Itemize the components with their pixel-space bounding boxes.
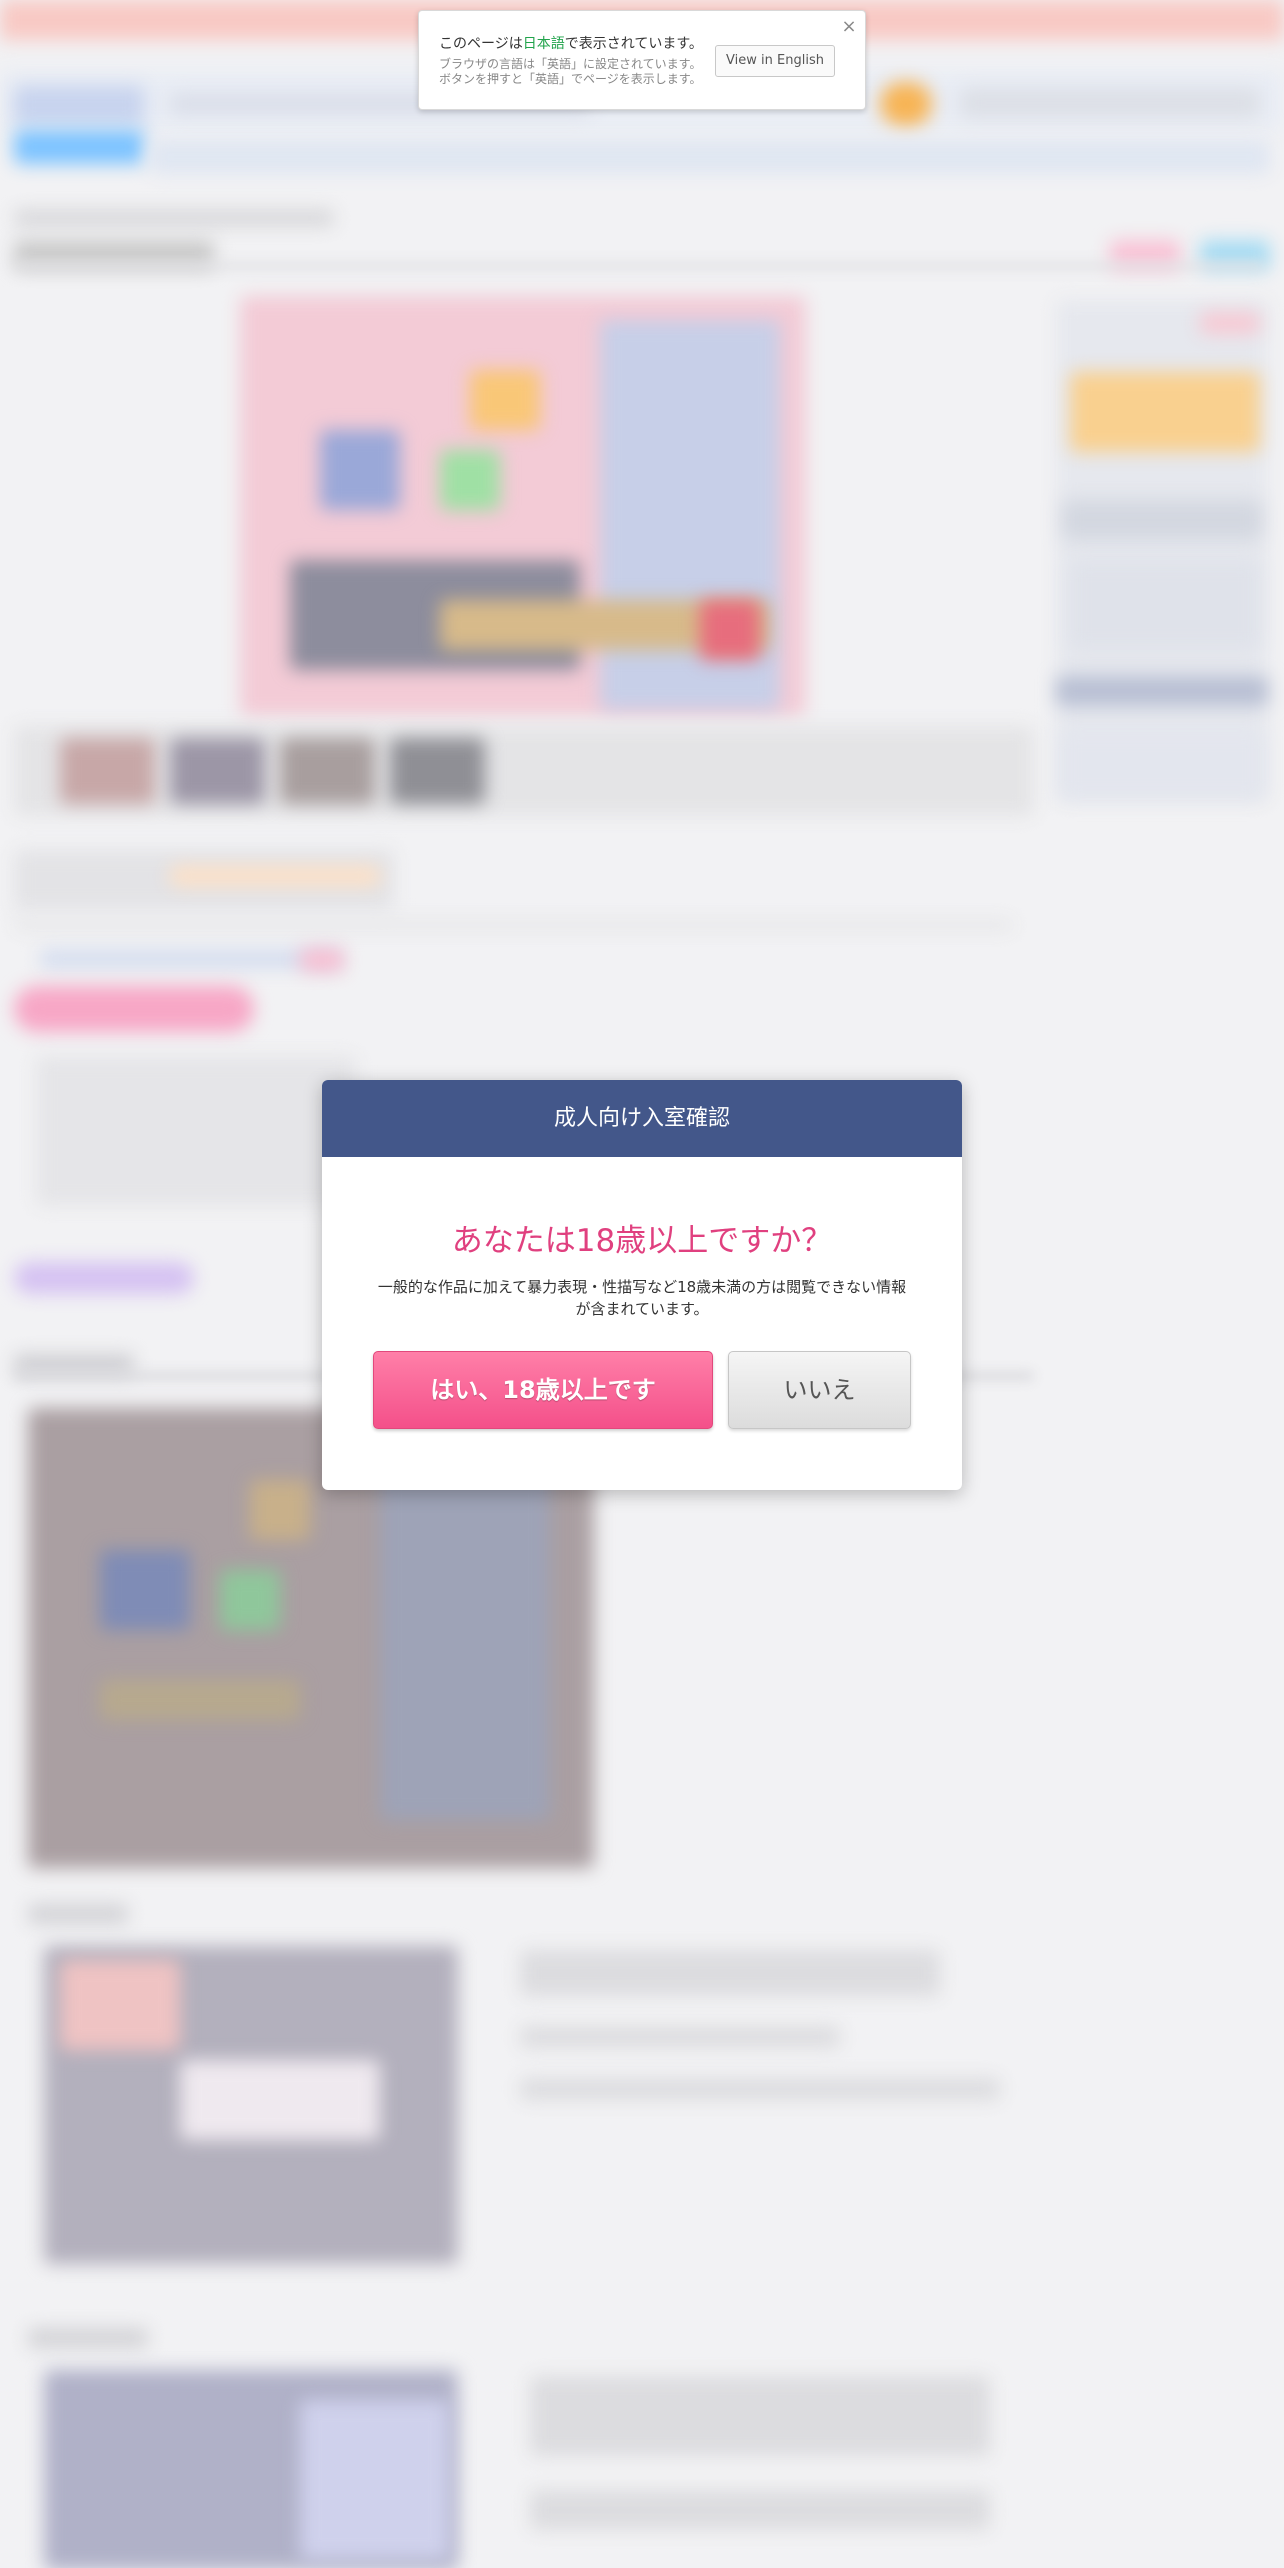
header-icon-orange <box>880 82 932 126</box>
description-text <box>530 2490 990 2530</box>
header-icons <box>960 88 1260 118</box>
age-question: あなたは18歳以上ですか？ <box>451 1223 833 1259</box>
title-divider <box>14 262 1264 270</box>
language-notice-detail-line: ボタンを押すと「英語」でページを表示します。 <box>439 72 702 86</box>
language-notice-message: このページは日本語で表示されています。 <box>439 33 703 53</box>
info-link <box>40 950 340 968</box>
info-pink-badge <box>300 948 344 972</box>
language-notice-language: 日本語 <box>522 36 565 52</box>
character-art-light <box>300 2400 450 2560</box>
description-text <box>530 2376 990 2456</box>
logo-badge <box>14 130 144 164</box>
thumbnail <box>60 738 155 804</box>
character-art-white <box>180 2060 380 2140</box>
sample-art-orange <box>250 1480 310 1540</box>
sample-art-green <box>220 1570 280 1630</box>
cover-art-orange <box>470 370 540 430</box>
info-tag <box>170 866 380 886</box>
cover-art-navy <box>320 430 400 510</box>
language-notice-detail-line: ブラウザの言語は「英語」に設定されています。 <box>439 57 702 71</box>
language-notice-suffix: で表示されています。 <box>564 36 703 52</box>
thumbnail <box>390 738 485 804</box>
language-notice-detail: ブラウザの言語は「英語」に設定されています。 ボタンを押すと「英語」でページを表… <box>439 57 702 87</box>
confirm-adult-button[interactable]: はい、18歳以上です <box>373 1351 713 1429</box>
language-notice-prefix: このページは <box>439 36 523 52</box>
sample-art-blue <box>380 1440 550 1820</box>
thumbnail <box>170 738 265 804</box>
sidebar-price <box>1200 312 1260 334</box>
sidebar-box <box>1062 500 1262 540</box>
sidebar-list <box>1060 730 1264 800</box>
view-in-english-button[interactable]: View in English <box>715 45 835 77</box>
cover-art-red <box>700 600 760 660</box>
genre-pill <box>14 986 254 1032</box>
modal-title: 成人向け入室確認 <box>322 1080 962 1157</box>
section-heading <box>28 2328 148 2348</box>
description-text <box>520 1950 940 1996</box>
thumbnail-strip <box>14 726 1034 816</box>
age-verification-modal: 成人向け入室確認 あなたは18歳以上ですか？ 一般的な作品に加えて暴力表現・性描… <box>322 1080 962 1490</box>
site-logo <box>14 86 144 124</box>
info-line <box>14 920 1014 930</box>
sub-navigation <box>150 140 1270 174</box>
cover-art-green <box>440 450 500 510</box>
sample-art-navy <box>100 1550 190 1630</box>
decline-button[interactable]: いいえ <box>728 1351 911 1429</box>
section-heading <box>28 1904 128 1924</box>
spec-table <box>36 1056 356 1206</box>
sidebar-bar <box>1056 676 1268 706</box>
description-text <box>520 2026 840 2048</box>
purple-pill <box>14 1262 194 1294</box>
character-art-pink <box>60 1960 180 2050</box>
description-text <box>520 2078 1000 2100</box>
sample-art-gold <box>100 1680 300 1720</box>
age-warning-description: 一般的な作品に加えて暴力表現・性描写など18歳未満の方は閲覧できない情報が含まれ… <box>377 1278 907 1318</box>
breadcrumb <box>14 210 334 226</box>
close-icon[interactable]: × <box>839 17 859 37</box>
sidebar-cart-button <box>1070 372 1260 452</box>
sidebar-rating <box>1070 560 1260 650</box>
language-notice: このページは日本語で表示されています。 ブラウザの言語は「英語」に設定されていま… <box>418 10 866 110</box>
thumbnail <box>280 738 375 804</box>
